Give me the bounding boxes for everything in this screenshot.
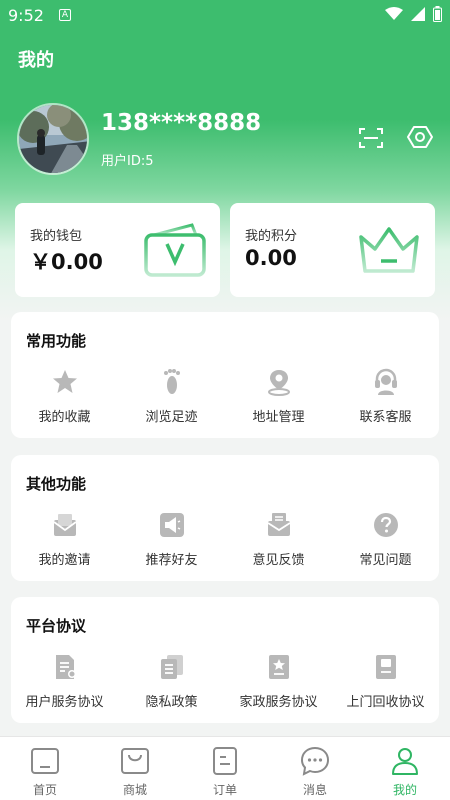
common-functions-section: 常用功能 我的收藏 浏览足迹 地址管理 联系客服 — [11, 312, 439, 438]
megaphone-icon — [159, 513, 184, 537]
tab-profile-label: 我的 — [392, 783, 417, 797]
tab-orders-label: 订单 — [212, 783, 237, 797]
user-id: 用户ID:5 — [101, 154, 154, 169]
wallet-card[interactable]: 我的钱包 ￥0.00 — [15, 203, 220, 297]
recycling-agreement-item[interactable]: 上门回收协议 — [332, 653, 439, 710]
section-title: 平台协议 — [26, 617, 87, 635]
footprints-item[interactable]: 浏览足迹 — [118, 368, 225, 425]
document-icon — [55, 655, 76, 679]
shopping-bag-icon — [121, 748, 149, 774]
wallet-icon — [144, 223, 206, 277]
privacy-policy-label: 隐私政策 — [145, 695, 198, 710]
housekeeping-agreement-label: 家政服务协议 — [239, 695, 318, 710]
book-icon — [375, 655, 396, 679]
faq-label: 常见问题 — [359, 553, 412, 568]
favorites-item[interactable]: 我的收藏 — [11, 368, 118, 425]
recycling-agreement-label: 上门回收协议 — [346, 695, 425, 710]
invite-label: 我的邀请 — [38, 553, 91, 568]
recommend-label: 推荐好友 — [145, 553, 198, 568]
status-bar: 9:52 A — [0, 0, 450, 32]
tab-mall[interactable]: 商城 — [90, 737, 180, 800]
housekeeping-agreement-item[interactable]: 家政服务协议 — [225, 653, 332, 710]
wallet-value: ￥0.00 — [30, 250, 103, 274]
other-functions-section: 其他功能 我的邀请 推荐好友 意见反馈 常见问题 — [11, 455, 439, 581]
certificate-icon — [268, 655, 289, 679]
favorites-label: 我的收藏 — [38, 410, 91, 425]
platform-agreements-section: 平台协议 用户服务协议 隐私政策 家政服务协议 上门回收协议 — [11, 597, 439, 723]
message-icon — [300, 746, 330, 776]
invite-icon — [52, 514, 77, 536]
location-icon — [267, 370, 290, 396]
tab-messages-label: 消息 — [302, 783, 327, 797]
order-icon — [213, 747, 237, 775]
footprint-icon — [163, 369, 180, 394]
gear-icon[interactable] — [407, 124, 433, 150]
points-value: 0.00 — [245, 246, 297, 270]
user-phone: 138****8888 — [101, 110, 262, 136]
home-icon — [31, 748, 59, 774]
user-agreement-label: 用户服务协议 — [25, 695, 104, 710]
points-card[interactable]: 我的积分 0.00 — [230, 203, 435, 297]
user-agreement-item[interactable]: 用户服务协议 — [11, 653, 118, 710]
tab-home-label: 首页 — [32, 783, 57, 797]
customer-service-item[interactable]: 联系客服 — [332, 368, 439, 425]
tab-mall-label: 商城 — [122, 783, 147, 797]
tab-home[interactable]: 首页 — [0, 737, 90, 800]
footprints-label: 浏览足迹 — [145, 410, 198, 425]
status-icons — [385, 6, 442, 22]
battery-icon — [433, 6, 442, 22]
recommend-item[interactable]: 推荐好友 — [118, 511, 225, 568]
privacy-policy-item[interactable]: 隐私政策 — [118, 653, 225, 710]
customer-service-label: 联系客服 — [359, 410, 412, 425]
headset-icon — [374, 368, 397, 395]
tab-orders[interactable]: 订单 — [180, 737, 270, 800]
points-label: 我的积分 — [245, 229, 298, 244]
section-title: 常用功能 — [26, 332, 87, 350]
scan-icon[interactable] — [358, 126, 384, 150]
address-item[interactable]: 地址管理 — [225, 368, 332, 425]
tab-profile[interactable]: 我的 — [360, 737, 450, 800]
avatar[interactable] — [17, 103, 89, 175]
documents-icon — [160, 655, 183, 679]
feedback-label: 意见反馈 — [252, 553, 305, 568]
invite-item[interactable]: 我的邀请 — [11, 511, 118, 568]
page-title: 我的 — [18, 50, 54, 71]
question-icon — [373, 513, 398, 537]
signal-icon — [411, 7, 425, 21]
feedback-item[interactable]: 意见反馈 — [225, 511, 332, 568]
user-icon — [392, 748, 418, 775]
wifi-icon — [385, 7, 403, 20]
section-title: 其他功能 — [26, 475, 87, 493]
star-icon — [52, 370, 77, 393]
wallet-label: 我的钱包 — [30, 229, 83, 244]
crown-icon — [359, 227, 419, 273]
faq-item[interactable]: 常见问题 — [332, 511, 439, 568]
status-time: 9:52 — [8, 6, 44, 25]
notification-icon: A — [59, 9, 71, 21]
bottom-tab-bar: 首页 商城 订单 消息 我的 — [0, 736, 450, 800]
address-label: 地址管理 — [252, 410, 305, 425]
tab-messages[interactable]: 消息 — [270, 737, 360, 800]
feedback-icon — [267, 513, 290, 536]
